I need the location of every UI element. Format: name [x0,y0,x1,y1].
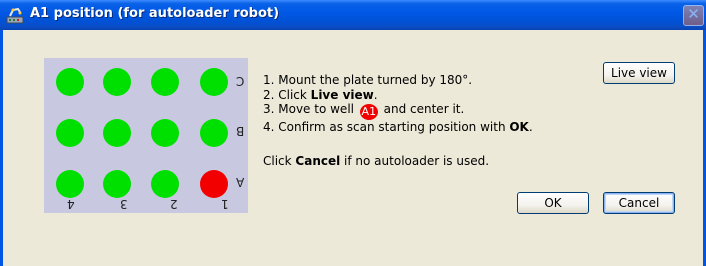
well-c2 [151,68,179,96]
live-view-button[interactable]: Live view [603,62,675,84]
column-label-4: 4 [67,197,75,211]
well-c1 [200,68,228,96]
close-button[interactable]: ✕ [683,5,704,26]
column-label-1: 1 [221,197,229,211]
column-label-2: 2 [170,197,178,211]
instruction-step-2: 2. Click Live view. [263,87,378,102]
well-a4 [56,170,84,198]
well-a3 [103,170,131,198]
instruction-step-4: 4. Confirm as scan starting position wit… [263,120,533,135]
cancel-button[interactable]: Cancel [603,192,675,214]
well-a2 [151,170,179,198]
title-bar[interactable]: A1 position (for autoloader robot) ✕ [0,0,706,30]
well-b4 [56,119,84,147]
column-label-3: 3 [120,197,128,211]
robot-arm-icon [6,6,24,24]
well-b1 [200,119,228,147]
well-c3 [103,68,131,96]
row-label-c: C [236,74,245,88]
instruction-step-1: 1. Mount the plate turned by 180°. [263,73,473,87]
well-c4 [56,68,84,96]
dialog-window: A1 position (for autoloader robot) ✕ C B… [0,0,706,266]
window-title: A1 position (for autoloader robot) [30,6,280,21]
well-b3 [103,119,131,147]
instruction-step-3: 3. Move to well A1 and center it. [263,102,465,121]
well-a1-badge: A1 [359,104,378,121]
row-label-a: A [236,175,245,189]
row-label-b: B [236,124,245,138]
close-icon: ✕ [687,5,700,23]
cancel-note: Click Cancel if no autoloader is used. [263,154,490,168]
well-a1-highlighted [200,170,228,198]
well-b2 [151,119,179,147]
well-plate-diagram: C B A 4 3 2 1 [44,58,248,213]
ok-button[interactable]: OK [517,192,589,214]
instructions-list: 1. Mount the plate turned by 180°. 2. Cl… [263,73,533,135]
